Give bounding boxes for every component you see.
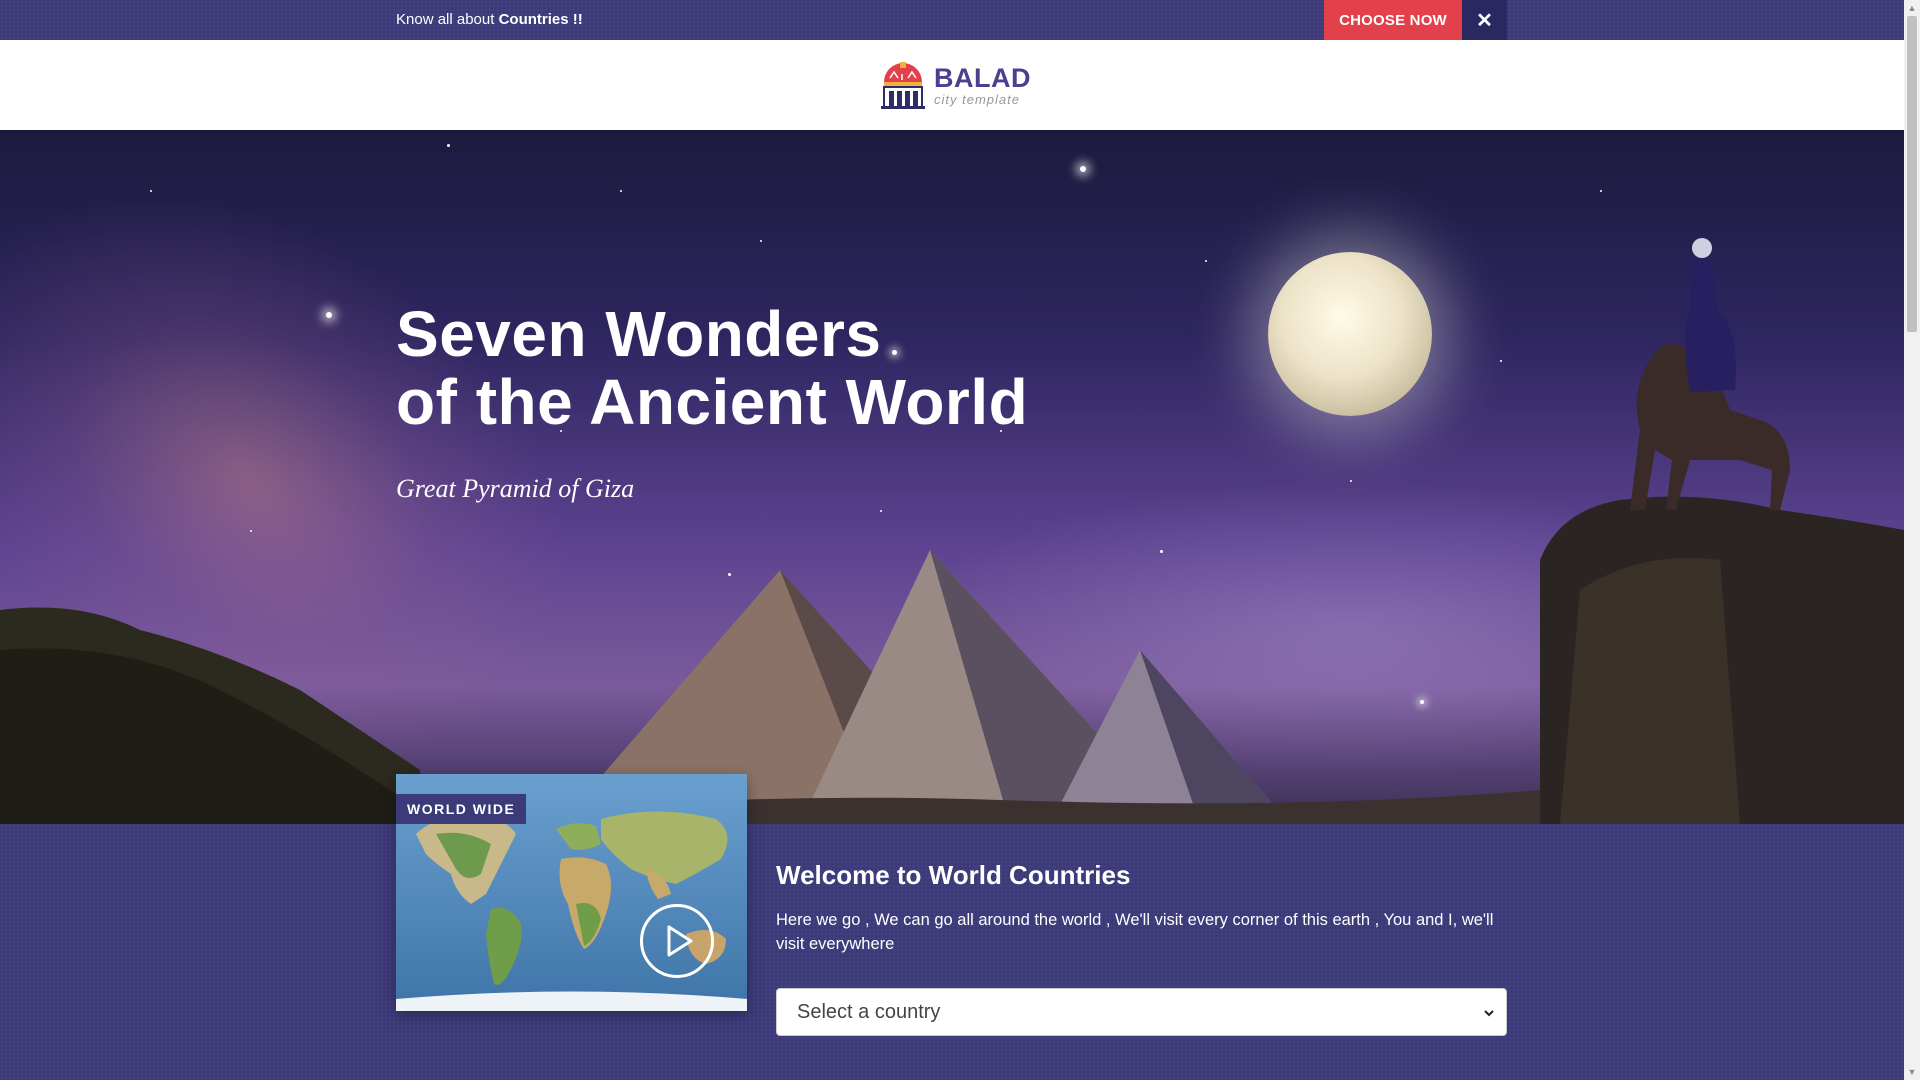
play-video-button[interactable] xyxy=(640,904,714,978)
welcome-title: Welcome to World Countries xyxy=(776,860,1131,890)
announcement-text: Know all about Countries !! xyxy=(396,11,583,28)
logo-name: BALAD xyxy=(934,62,1031,93)
choose-now-button[interactable]: CHOOSE NOW xyxy=(1324,0,1462,40)
chevron-down-icon xyxy=(1484,1010,1494,1017)
site-logo[interactable]: BALAD city template xyxy=(878,60,1031,110)
hero-title-line2: of the Ancient World xyxy=(396,366,1029,438)
hero-subtitle: Great Pyramid of Giza xyxy=(396,474,635,503)
hero-title-line1: Seven Wonders xyxy=(396,298,882,370)
hero-title: Seven Wonders of the Ancient World xyxy=(396,300,1028,436)
hero-banner: Seven Wonders of the Ancient World Great… xyxy=(0,130,1904,824)
welcome-description: Here we go , We can go all around the wo… xyxy=(776,911,1494,953)
scroll-thumb[interactable] xyxy=(1907,16,1917,332)
world-map-video-card[interactable]: WORLD WIDE xyxy=(396,774,747,1011)
scroll-up-arrow[interactable]: ▲ xyxy=(1904,0,1920,16)
building-logo-icon xyxy=(881,62,925,109)
announcement-highlight: Countries !! xyxy=(498,11,583,28)
announcement-bar: Know all about Countries !! CHOOSE NOW ✕ xyxy=(0,0,1904,40)
site-header: BALAD city template xyxy=(0,40,1904,130)
scroll-down-arrow[interactable]: ▼ xyxy=(1904,1064,1920,1080)
announcement-prefix: Know all about xyxy=(396,11,499,28)
close-icon: ✕ xyxy=(1476,9,1493,32)
pyramids-landscape xyxy=(0,238,1904,824)
country-select-placeholder: Select a country xyxy=(797,1000,941,1023)
close-announcement-button[interactable]: ✕ xyxy=(1462,0,1507,40)
play-icon xyxy=(667,925,693,957)
logo-tagline: city template xyxy=(934,91,1020,107)
page-scrollbar[interactable]: ▲ ▼ xyxy=(1904,0,1920,1080)
country-select[interactable]: Select a country xyxy=(776,988,1507,1036)
world-wide-badge: WORLD WIDE xyxy=(396,794,527,824)
